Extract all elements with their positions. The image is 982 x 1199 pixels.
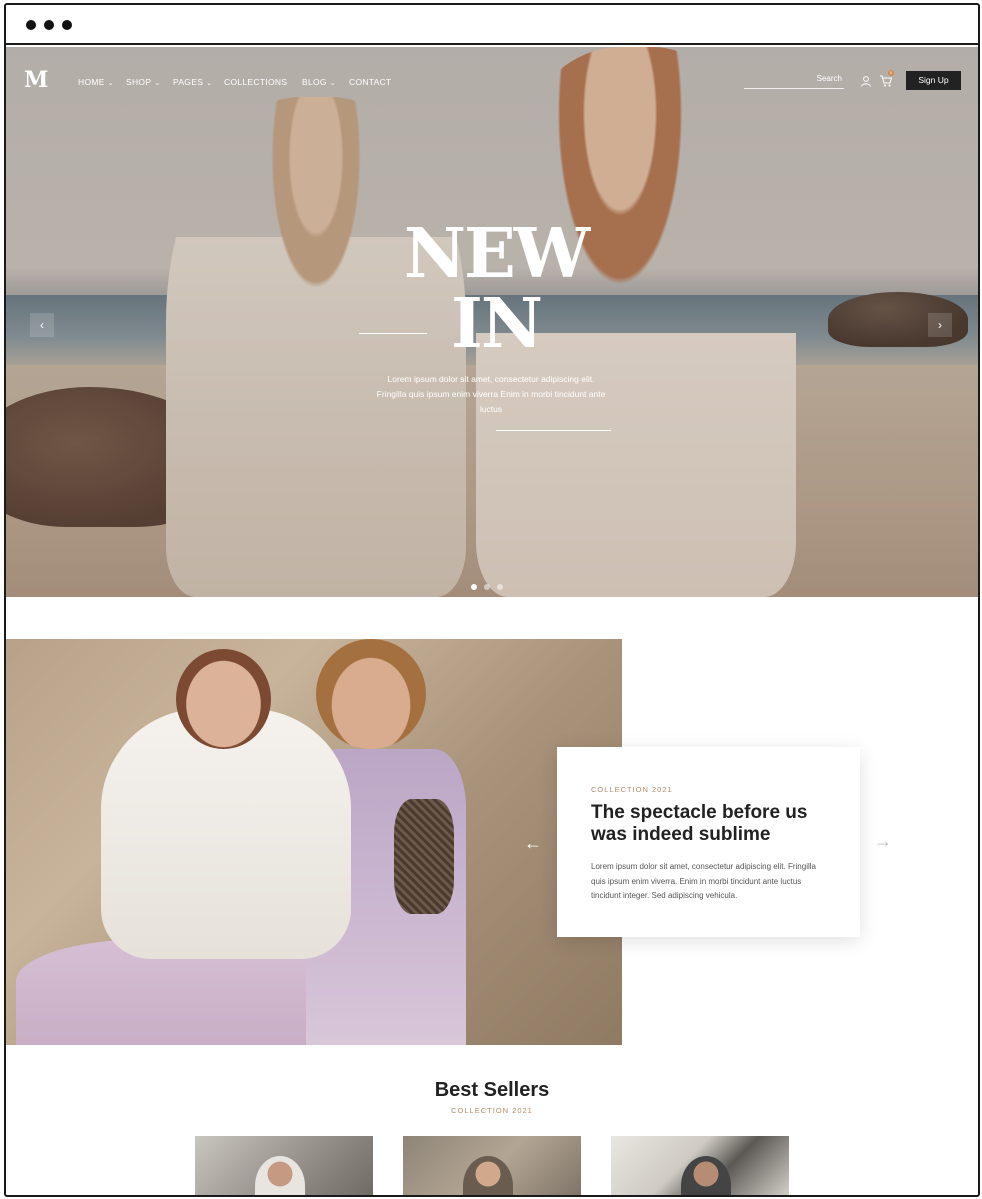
nav-item-label: HOME	[78, 77, 105, 87]
product-card[interactable]	[611, 1136, 789, 1195]
nav-item-collections[interactable]: COLLECTIONS	[224, 77, 287, 87]
nav-item-pages[interactable]: PAGES ⌄	[173, 77, 212, 87]
search-input[interactable]: Search	[744, 71, 844, 89]
slider-dot[interactable]	[497, 584, 503, 590]
product-image	[463, 1156, 513, 1195]
hero-description: Lorem ipsum dolor sit amet, consectetur …	[376, 374, 606, 414]
collection-description: Lorem ipsum dolor sit amet, consectetur …	[591, 862, 816, 900]
collection-card: COLLECTION 2021 The spectacle before us …	[557, 747, 860, 937]
window-dot-icon	[62, 20, 72, 30]
nav-item-label: PAGES	[173, 77, 204, 87]
collection-title: The spectacle before us was indeed subli…	[591, 802, 808, 845]
nav-item-label: BLOG	[302, 77, 327, 87]
product-image	[681, 1156, 731, 1195]
nav-item-label: SHOP	[126, 77, 152, 87]
nav-item-shop[interactable]: SHOP ⌄	[126, 77, 160, 87]
collection-image-detail	[176, 649, 271, 749]
user-icon[interactable]	[860, 75, 872, 87]
hero-slider: M HOME ⌄ SHOP ⌄ PAGES ⌄ COLLECTIONS BLOG ⌄ C…	[6, 47, 978, 597]
collection-prev-arrow[interactable]: ←	[524, 833, 542, 854]
site-logo[interactable]: M	[24, 67, 48, 93]
product-card[interactable]	[195, 1136, 373, 1195]
cart-icon[interactable]	[879, 74, 893, 88]
collection-image-detail	[316, 639, 426, 749]
hero-headline-line1: NEW	[403, 214, 590, 294]
nav-item-contact[interactable]: CONTACT	[349, 77, 392, 87]
browser-window: M HOME ⌄ SHOP ⌄ PAGES ⌄ COLLECTIONS BLOG ⌄ C…	[4, 3, 980, 1197]
search-placeholder: Search	[816, 74, 842, 83]
chevron-left-icon[interactable]: ‹	[30, 313, 54, 337]
main-nav: M HOME ⌄ SHOP ⌄ PAGES ⌄ COLLECTIONS BLOG ⌄ C…	[6, 47, 978, 115]
slider-dot[interactable]	[471, 584, 477, 590]
hero-divider	[496, 430, 611, 431]
nav-item-blog[interactable]: BLOG ⌄	[302, 77, 336, 87]
product-image	[255, 1156, 305, 1195]
chevron-down-icon: ⌄	[107, 80, 114, 87]
chevron-down-icon: ⌄	[154, 80, 161, 87]
slider-pagination	[471, 577, 510, 595]
nav-item-home[interactable]: HOME ⌄	[78, 77, 114, 87]
window-dot-icon	[44, 20, 54, 30]
slider-dot[interactable]	[484, 584, 490, 590]
product-card[interactable]	[403, 1136, 581, 1195]
nav-item-label: CONTACT	[349, 77, 392, 87]
nav-item-label: COLLECTIONS	[224, 77, 288, 87]
collection-image-detail	[394, 799, 454, 914]
chevron-right-icon[interactable]: ›	[928, 313, 952, 337]
browser-title-bar	[6, 5, 978, 45]
best-sellers-title: Best Sellers	[434, 1079, 550, 1101]
cart-count-badge: 0	[888, 70, 894, 76]
best-sellers-subtitle: COLLECTION 2021	[451, 1106, 533, 1115]
hero-divider	[359, 333, 427, 334]
hero-headline-line2: IN	[451, 284, 543, 364]
chevron-down-icon: ⌄	[206, 80, 213, 87]
window-dot-icon	[26, 20, 36, 30]
collection-next-arrow[interactable]: →	[874, 831, 892, 852]
chevron-down-icon: ⌄	[329, 80, 336, 87]
collection-eyebrow: COLLECTION 2021	[591, 785, 673, 794]
hero-headline: NEW IN	[346, 219, 646, 359]
signup-button[interactable]: Sign Up	[906, 71, 961, 90]
